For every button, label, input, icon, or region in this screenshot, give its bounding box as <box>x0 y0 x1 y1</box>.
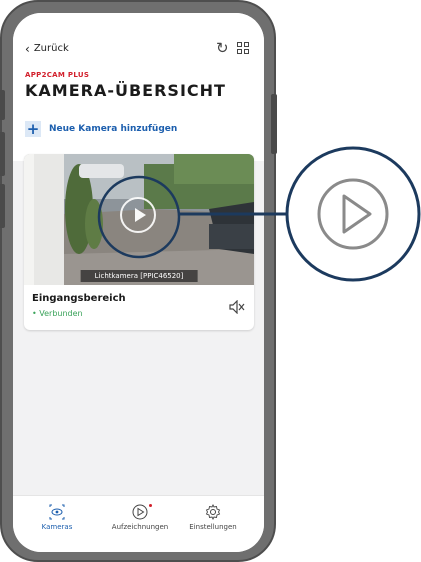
phone-button <box>271 94 277 154</box>
page-title: KAMERA-ÜBERSICHT <box>25 81 226 100</box>
camera-card[interactable]: Lichtkamera [PPIC46520] Eingangsbereich … <box>24 154 254 330</box>
phone-button <box>0 90 5 120</box>
camera-feed[interactable]: Lichtkamera [PPIC46520] <box>24 154 254 285</box>
play-icon-zoomed <box>317 178 389 250</box>
nav-item-settings[interactable]: Einstellungen <box>183 504 243 531</box>
nav-item-cameras[interactable]: Kameras <box>35 504 79 531</box>
add-camera-button[interactable]: + Neue Kamera hinzufügen <box>25 121 177 137</box>
gear-icon <box>205 504 221 520</box>
nav-label: Kameras <box>41 523 73 531</box>
play-triangle <box>342 194 372 234</box>
back-button[interactable]: ‹ Zurück <box>25 41 69 56</box>
brand-label: APP2CAM PLUS <box>25 71 90 79</box>
camera-name: Eingangsbereich <box>32 293 126 304</box>
bottom-nav: Kameras Aufzeichnungen Einstellungen <box>13 495 264 552</box>
plus-icon: + <box>25 120 41 138</box>
chevron-left-icon: ‹ <box>25 41 30 56</box>
nav-label: Aufzeichnungen <box>111 523 169 531</box>
app-screen: ‹ Zurück ↻ APP2CAM PLUS KAMERA-ÜBERSICHT… <box>13 13 264 552</box>
eye-icon <box>49 504 65 520</box>
add-camera-label: Neue Kamera hinzufügen <box>49 124 178 134</box>
play-icon <box>132 504 148 520</box>
zoom-circle <box>285 146 421 282</box>
phone-frame: ‹ Zurück ↻ APP2CAM PLUS KAMERA-ÜBERSICHT… <box>0 0 277 562</box>
refresh-icon[interactable]: ↻ <box>216 39 229 57</box>
status-badge: • Verbunden <box>32 309 83 318</box>
recording-indicator <box>149 504 152 507</box>
phone-button <box>0 184 5 228</box>
play-icon[interactable] <box>120 197 156 233</box>
nav-label: Einstellungen <box>189 523 237 531</box>
camera-feed-label: Lichtkamera [PPIC46520] <box>80 270 198 282</box>
back-label: Zurück <box>33 43 69 54</box>
grid-icon[interactable] <box>237 42 249 54</box>
nav-item-recordings[interactable]: Aufzeichnungen <box>104 504 176 531</box>
mute-icon[interactable] <box>229 300 245 314</box>
phone-button <box>0 132 5 176</box>
top-bar: ‹ Zurück ↻ APP2CAM PLUS KAMERA-ÜBERSICHT… <box>13 13 264 161</box>
